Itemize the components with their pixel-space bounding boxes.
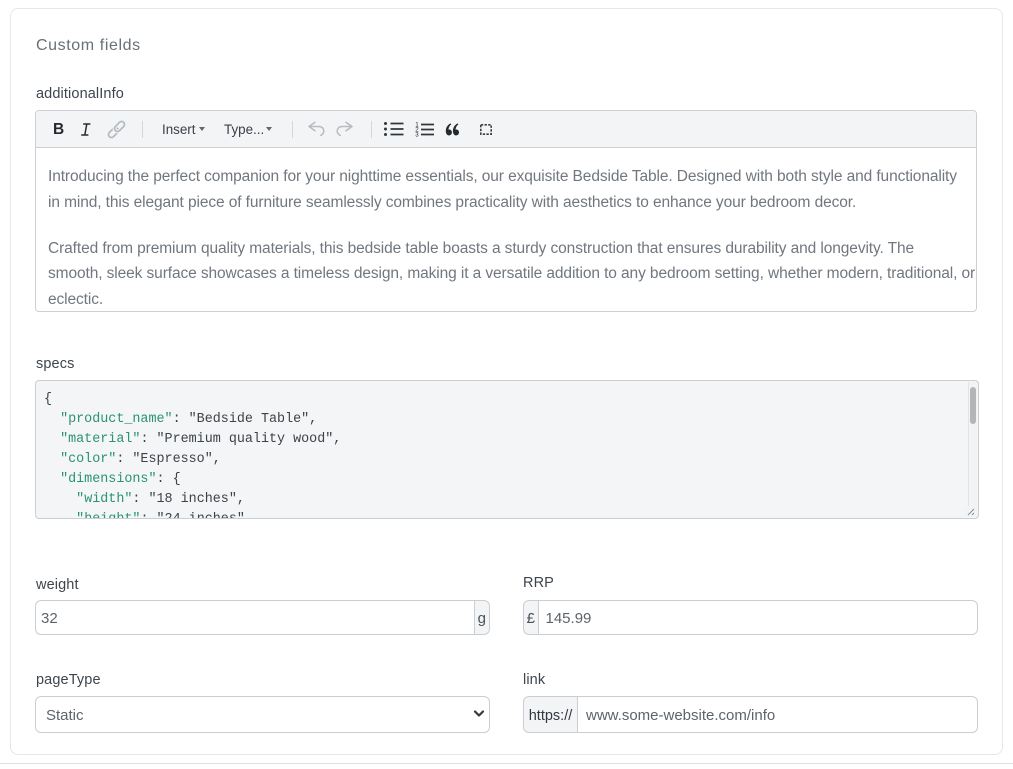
- svg-text:3: 3: [415, 131, 419, 136]
